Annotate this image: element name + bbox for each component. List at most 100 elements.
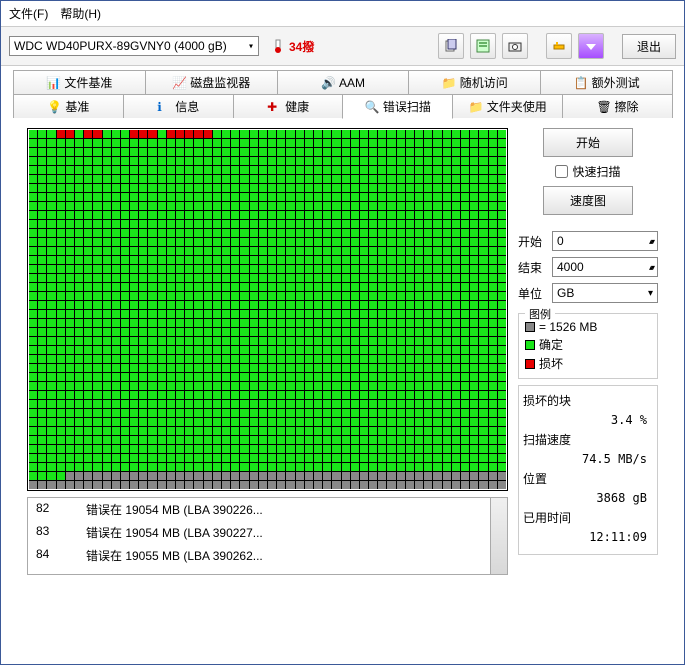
grid-cell	[29, 202, 37, 210]
grid-cell	[38, 184, 46, 192]
grid-cell	[57, 292, 65, 300]
grid-cell	[360, 346, 368, 354]
grid-cell	[47, 283, 55, 291]
grid-cell	[342, 157, 350, 165]
end-input[interactable]: 4000	[552, 257, 658, 277]
grid-cell	[148, 229, 156, 237]
tab-benchmark[interactable]: 💡基准	[13, 94, 124, 118]
down-arrow-button[interactable]	[578, 33, 604, 59]
grid-cell	[277, 382, 285, 390]
grid-cell	[185, 355, 193, 363]
unit-select[interactable]: GB	[552, 283, 658, 303]
error-log[interactable]: 82错误在 19054 MB (LBA 390226...83错误在 19054…	[27, 497, 508, 575]
grid-cell	[443, 427, 451, 435]
grid-cell	[29, 256, 37, 264]
exit-button[interactable]: 退出	[622, 34, 676, 59]
grid-cell	[415, 454, 423, 462]
grid-cell	[268, 463, 276, 471]
grid-cell	[387, 247, 395, 255]
grid-cell	[93, 436, 101, 444]
tab-random-access[interactable]: 📁随机访问	[408, 70, 541, 94]
grid-cell	[277, 481, 285, 489]
grid-cell	[387, 202, 395, 210]
grid-cell	[139, 283, 147, 291]
grid-cell	[103, 292, 111, 300]
grid-cell	[167, 337, 175, 345]
grid-cell	[443, 247, 451, 255]
copy-text-button[interactable]	[438, 33, 464, 59]
grid-cell	[75, 283, 83, 291]
grid-cell	[305, 391, 313, 399]
grid-cell	[231, 445, 239, 453]
grid-cell	[213, 211, 221, 219]
tab-file-benchmark[interactable]: 📊文件基准	[13, 70, 146, 94]
grid-cell	[38, 463, 46, 471]
grid-cell	[479, 256, 487, 264]
grid-cell	[342, 346, 350, 354]
grid-cell	[240, 382, 248, 390]
tab-info[interactable]: ℹ信息	[123, 94, 234, 118]
grid-cell	[213, 265, 221, 273]
speed-map-button[interactable]: 速度图	[543, 186, 633, 215]
grid-cell	[397, 382, 405, 390]
grid-cell	[231, 391, 239, 399]
grid-cell	[296, 355, 304, 363]
grid-cell	[112, 409, 120, 417]
menu-help[interactable]: 帮助(H)	[60, 5, 101, 22]
tab-aam[interactable]: 🔊AAM	[277, 70, 410, 94]
grid-cell	[296, 166, 304, 174]
copy-info-button[interactable]	[470, 33, 496, 59]
grid-cell	[66, 292, 74, 300]
grid-cell	[470, 319, 478, 327]
grid-cell	[167, 274, 175, 282]
grid-cell	[231, 310, 239, 318]
options-button[interactable]	[546, 33, 572, 59]
grid-cell	[369, 184, 377, 192]
grid-cell	[443, 337, 451, 345]
tab-health[interactable]: ✚健康	[233, 94, 344, 118]
log-row[interactable]: 82错误在 19054 MB (LBA 390226...	[28, 498, 507, 521]
screenshot-button[interactable]	[502, 33, 528, 59]
grid-cell	[194, 346, 202, 354]
grid-cell	[397, 355, 405, 363]
grid-cell	[277, 310, 285, 318]
grid-cell	[470, 256, 478, 264]
tab-folder-usage[interactable]: 📁文件夹使用	[452, 94, 563, 118]
grid-cell	[323, 427, 331, 435]
tab-extra-test[interactable]: 📋额外测试	[540, 70, 673, 94]
grid-cell	[406, 409, 414, 417]
menu-file[interactable]: 文件(F)	[9, 5, 48, 22]
grid-cell	[66, 472, 74, 480]
grid-cell	[498, 463, 506, 471]
grid-cell	[93, 427, 101, 435]
grid-cell	[204, 274, 212, 282]
grid-cell	[121, 130, 129, 138]
start-button[interactable]: 开始	[543, 128, 633, 157]
grid-cell	[38, 175, 46, 183]
log-row[interactable]: 84错误在 19055 MB (LBA 390262...	[28, 544, 507, 567]
start-input[interactable]: 0	[552, 231, 658, 251]
grid-cell	[103, 157, 111, 165]
tab-erase[interactable]: 🗑擦除	[562, 94, 673, 118]
grid-cell	[139, 292, 147, 300]
grid-cell	[277, 175, 285, 183]
tab-disk-monitor[interactable]: 📈磁盘监视器	[145, 70, 278, 94]
quick-scan-checkbox[interactable]: 快速扫描	[518, 163, 658, 180]
grid-cell	[360, 454, 368, 462]
grid-cell	[194, 184, 202, 192]
grid-cell	[84, 373, 92, 381]
grid-cell	[305, 481, 313, 489]
log-row[interactable]: 83错误在 19054 MB (LBA 390227...	[28, 521, 507, 544]
tab-error-scan[interactable]: 🔍错误扫描	[342, 94, 453, 119]
drive-select[interactable]: WDC WD40PURX-89GVNY0 (4000 gB)	[9, 36, 259, 56]
grid-cell	[93, 184, 101, 192]
grid-cell	[112, 364, 120, 372]
grid-cell	[231, 157, 239, 165]
grid-cell	[406, 274, 414, 282]
grid-cell	[461, 211, 469, 219]
grid-cell	[121, 310, 129, 318]
grid-cell	[286, 202, 294, 210]
grid-cell	[84, 175, 92, 183]
grid-cell	[139, 175, 147, 183]
grid-cell	[443, 445, 451, 453]
